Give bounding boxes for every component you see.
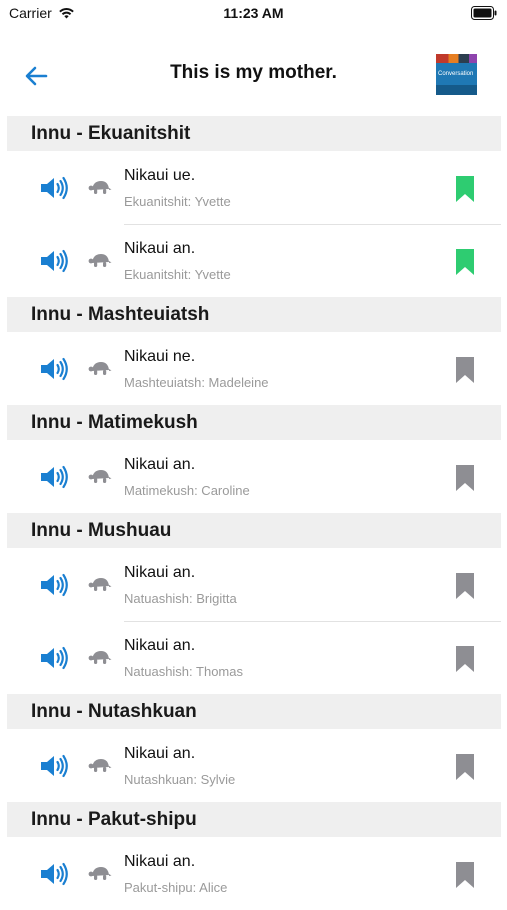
speaker-icon[interactable] [39, 572, 69, 598]
phrase-row[interactable]: Nikaui an. Natuashish: Brigitta [7, 548, 501, 621]
phrase-row[interactable]: Nikaui ue. Ekuanitshit: Yvette [7, 151, 501, 224]
phrase-text: Nikaui an. [124, 564, 196, 581]
cover-label: Conversation [438, 71, 474, 77]
speaker-label: Mashteuiatsh: Madeleine [124, 375, 269, 390]
turtle-icon[interactable] [88, 250, 112, 270]
bookmark-icon[interactable] [454, 356, 476, 384]
speaker-label: Natuashish: Thomas [124, 664, 243, 679]
section-header: Innu - Nutashkuan [7, 694, 501, 729]
phrase-row[interactable]: Nikaui an. Pakut-shipu: Alice [7, 837, 501, 910]
turtle-icon[interactable] [88, 647, 112, 667]
speaker-label: Ekuanitshit: Yvette [124, 267, 231, 282]
cover-footer [436, 85, 477, 95]
section-header: Innu - Matimekush [7, 405, 501, 440]
phrase-text: Nikaui an. [124, 240, 196, 257]
phrase-row[interactable]: Nikaui ne. Mashteuiatsh: Madeleine [7, 332, 501, 405]
speaker-label: Natuashish: Brigitta [124, 591, 237, 606]
bookmark-icon[interactable] [454, 753, 476, 781]
arrow-left-icon [25, 66, 48, 86]
navigation-bar: This is my mother. Conversation [0, 40, 507, 110]
section-header: Innu - Mashteuiatsh [7, 297, 501, 332]
speaker-icon[interactable] [39, 645, 69, 671]
speaker-icon[interactable] [39, 753, 69, 779]
phrase-list: Innu - Ekuanitshit Nikaui ue. Ekuanitshit:… [7, 116, 501, 910]
speaker-label: Matimekush: Caroline [124, 483, 250, 498]
turtle-icon[interactable] [88, 466, 112, 486]
status-time: 11:23 AM [223, 5, 284, 21]
phrase-row[interactable]: Nikaui an. Matimekush: Caroline [7, 440, 501, 513]
speaker-icon[interactable] [39, 175, 69, 201]
bookmark-icon[interactable] [454, 861, 476, 889]
section-header: Innu - Mushuau [7, 513, 501, 548]
speaker-icon[interactable] [39, 248, 69, 274]
bookmark-icon[interactable] [454, 464, 476, 492]
speaker-label: Nutashkuan: Sylvie [124, 772, 236, 787]
phrase-text: Nikaui an. [124, 853, 196, 870]
cover-thumbnail[interactable]: Conversation [436, 54, 477, 95]
section-header: Innu - Pakut-shipu [7, 802, 501, 837]
turtle-icon[interactable] [88, 177, 112, 197]
speaker-label: Pakut-shipu: Alice [124, 880, 228, 895]
back-button[interactable] [20, 60, 52, 92]
phrase-row[interactable]: Nikaui an. Ekuanitshit: Yvette [7, 224, 501, 297]
bookmark-icon[interactable] [454, 645, 476, 673]
phrase-text: Nikaui ue. [124, 167, 196, 184]
bookmark-icon[interactable] [454, 572, 476, 600]
speaker-icon[interactable] [39, 356, 69, 382]
phrase-row[interactable]: Nikaui an. Natuashish: Thomas [7, 621, 501, 694]
status-bar: Carrier 11:23 AM [0, 0, 507, 30]
phrase-text: Nikaui ne. [124, 348, 196, 365]
page-title: This is my mother. [170, 62, 337, 83]
phrase-text: Nikaui an. [124, 456, 196, 473]
turtle-icon[interactable] [88, 863, 112, 883]
speaker-icon[interactable] [39, 861, 69, 887]
bookmark-icon[interactable] [454, 248, 476, 276]
phrase-row[interactable]: Nikaui an. Nutashkuan: Sylvie [7, 729, 501, 802]
battery-icon [471, 6, 497, 20]
speaker-label: Ekuanitshit: Yvette [124, 194, 231, 209]
turtle-icon[interactable] [88, 574, 112, 594]
bookmark-icon[interactable] [454, 175, 476, 203]
speaker-icon[interactable] [39, 464, 69, 490]
section-header: Innu - Ekuanitshit [7, 116, 501, 151]
turtle-icon[interactable] [88, 755, 112, 775]
phrase-text: Nikaui an. [124, 745, 196, 762]
cover-band [436, 54, 477, 63]
turtle-icon[interactable] [88, 358, 112, 378]
phrase-text: Nikaui an. [124, 637, 196, 654]
